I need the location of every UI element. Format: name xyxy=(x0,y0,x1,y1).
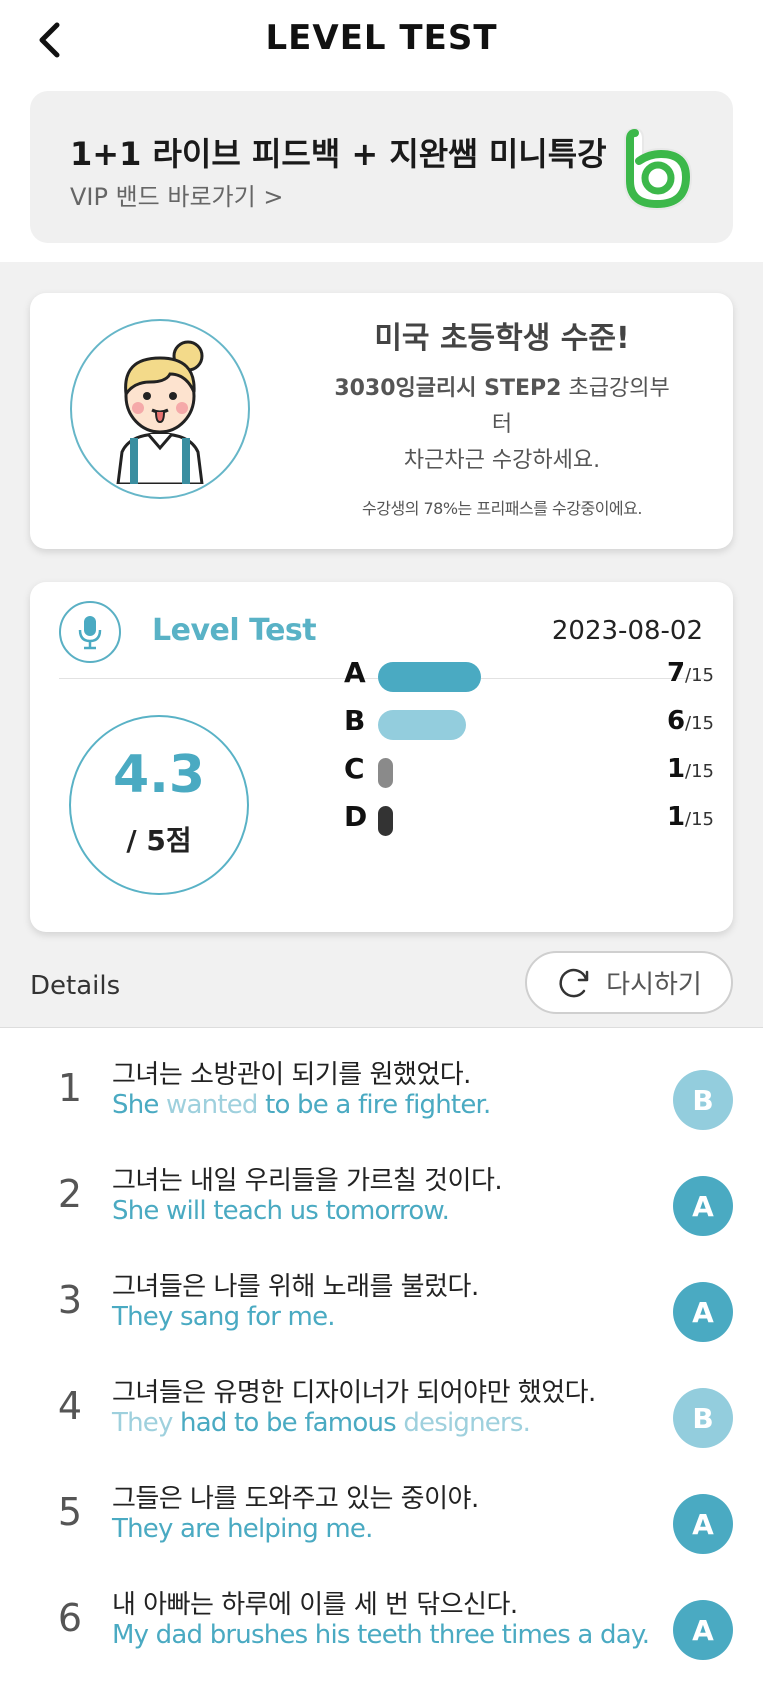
microphone-icon xyxy=(78,616,102,650)
grade-letter: A xyxy=(344,656,366,689)
grade-row-b: B 6/15 xyxy=(344,702,714,742)
question-number: 4 xyxy=(57,1384,83,1428)
grade-letter: D xyxy=(344,800,368,833)
result-description: 3030잉글리시 STEP2 초급강의부 터 차근차근 수강하세요. xyxy=(292,371,712,479)
question-korean: 그들은 나를 도와주고 있는 중이야. xyxy=(112,1484,479,1514)
test-date: 2023-08-02 xyxy=(551,616,703,646)
question-number: 3 xyxy=(57,1278,83,1322)
grade-badge: A xyxy=(673,1176,733,1236)
question-korean: 내 아빠는 하루에 이를 세 번 닦으신다. xyxy=(112,1590,518,1620)
grade-bar xyxy=(378,662,481,692)
grade-bar xyxy=(378,806,393,836)
level-test-label: Level Test xyxy=(152,613,317,648)
grade-row-c: C 1/15 xyxy=(344,750,714,790)
grade-badge: A xyxy=(673,1494,733,1554)
question-item[interactable]: 3 그녀들은 나를 위해 노래를 불렀다. They sang for me. A xyxy=(0,1252,763,1352)
details-label: Details xyxy=(30,971,121,1001)
grade-badge: A xyxy=(673,1600,733,1660)
grade-bar xyxy=(378,758,393,788)
grade-row-d: D 1/15 xyxy=(344,798,714,838)
answer-english: They sang for me. xyxy=(112,1302,336,1332)
grade-row-a: A 7/15 xyxy=(344,654,714,694)
question-korean: 그녀들은 유명한 디자이너가 되어야만 했었다. xyxy=(112,1378,596,1408)
question-number: 2 xyxy=(57,1172,83,1216)
result-text: 미국 초등학생 수준! 3030잉글리시 STEP2 초급강의부 터 차근차근 … xyxy=(292,313,712,519)
grade-badge: B xyxy=(673,1388,733,1448)
grade-bar xyxy=(378,710,466,740)
result-headline: 미국 초등학생 수준! xyxy=(374,321,630,356)
level-result-card: 미국 초등학생 수준! 3030잉글리시 STEP2 초급강의부 터 차근차근 … xyxy=(30,293,733,549)
course-name: 3030잉글리시 STEP2 xyxy=(334,376,562,401)
score-value: 4.3 xyxy=(112,745,206,805)
answer-english: They had to be famous designers. xyxy=(112,1408,531,1438)
question-item[interactable]: 5 그들은 나를 도와주고 있는 중이야. They are helping me.… xyxy=(0,1464,763,1564)
answer-english: She will teach us tomorrow. xyxy=(112,1196,450,1226)
band-logo-icon xyxy=(624,127,693,211)
grade-badge: B xyxy=(673,1070,733,1130)
level-test-score-card: Level Test 2023-08-02 4.3 / 5점 A 7/15 B 6/1… xyxy=(30,582,733,932)
grade-count: 1/15 xyxy=(666,802,714,832)
banner-link-text: VIP 밴드 바로가기 > xyxy=(70,183,284,211)
question-korean: 그녀는 소방관이 되기를 원했었다. xyxy=(112,1060,471,1090)
grade-letter: B xyxy=(344,704,366,737)
student-avatar-icon xyxy=(116,340,204,484)
retry-label: 다시하기 xyxy=(606,970,702,1000)
grade-letter: C xyxy=(344,752,365,785)
question-item[interactable]: 1 그녀는 소방관이 되기를 원했었다. She wanted to be a fi… xyxy=(0,1040,763,1140)
grade-count: 1/15 xyxy=(666,754,714,784)
question-item[interactable]: 6 내 아빠는 하루에 이를 세 번 닦으신다. My dad brushes hi… xyxy=(0,1570,763,1670)
result-note: 수강생의 78%는 프리패스를 수강중이에요. xyxy=(362,499,642,518)
result-desc-rest: 초급강의부 xyxy=(561,376,670,401)
question-number: 5 xyxy=(57,1490,83,1534)
vip-band-banner[interactable]: 1+1 라이브 피드백 + 지완쌤 미니특강 VIP 밴드 바로가기 > xyxy=(30,91,733,243)
page-title: LEVEL TEST xyxy=(265,18,498,58)
result-desc-line3: 차근차근 수강하세요. xyxy=(403,448,601,473)
retry-button[interactable]: 다시하기 xyxy=(525,951,733,1014)
grade-count: 7/15 xyxy=(666,658,714,688)
question-korean: 그녀는 내일 우리들을 가르칠 것이다. xyxy=(112,1166,503,1196)
grade-badge: A xyxy=(673,1282,733,1342)
score-unit: / 5점 xyxy=(126,824,192,857)
header: LEVEL TEST xyxy=(0,0,763,80)
refresh-icon xyxy=(559,968,589,997)
result-desc-line2: 터 xyxy=(491,412,513,437)
answer-english: My dad brushes his teeth three times a d… xyxy=(112,1620,650,1650)
mic-badge xyxy=(59,601,121,663)
avatar xyxy=(70,319,250,499)
question-item[interactable]: 2 그녀는 내일 우리들을 가르칠 것이다. She will teach us t… xyxy=(0,1146,763,1246)
question-korean: 그녀들은 나를 위해 노래를 불렀다. xyxy=(112,1272,479,1302)
question-item[interactable]: 4 그녀들은 유명한 디자이너가 되어야만 했었다. They had to be … xyxy=(0,1358,763,1458)
answer-english: She wanted to be a fire fighter. xyxy=(112,1090,491,1120)
grade-count: 6/15 xyxy=(666,706,714,736)
banner-title: 1+1 라이브 피드백 + 지완쌤 미니특강 xyxy=(70,135,607,173)
answer-english: They are helping me. xyxy=(112,1514,373,1544)
question-number: 6 xyxy=(57,1596,83,1640)
question-number: 1 xyxy=(57,1066,83,1110)
score-circle: 4.3 / 5점 xyxy=(69,715,249,895)
